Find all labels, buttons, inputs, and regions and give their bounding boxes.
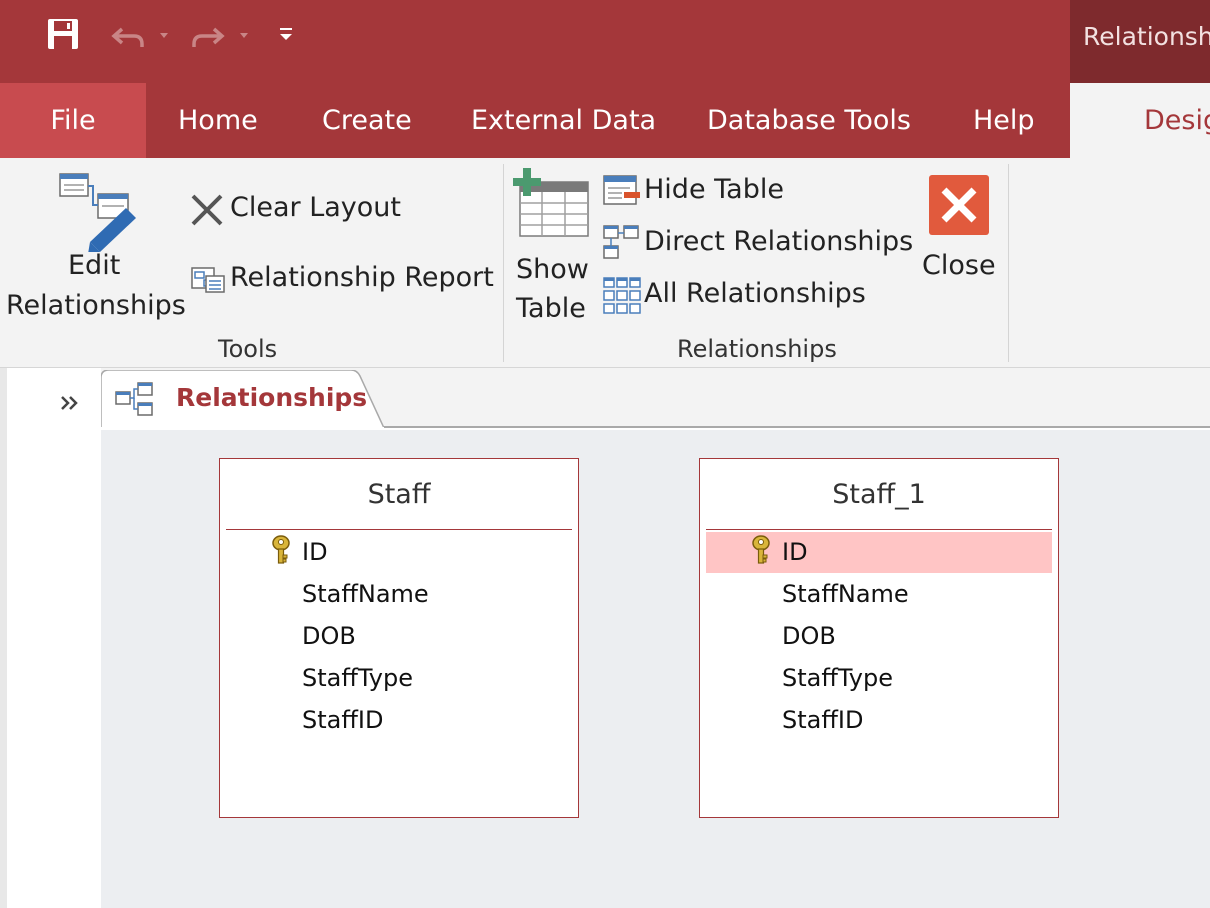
primary-key-icon [270, 535, 292, 569]
table-divider [706, 529, 1052, 530]
redo-icon[interactable] [188, 14, 250, 54]
hide-table-icon [602, 174, 642, 214]
all-relationships-label: All Relationships [644, 278, 866, 309]
contextual-tab-area: Desig [1070, 83, 1210, 158]
hide-table-label: Hide Table [644, 174, 784, 205]
field-name: StaffType [782, 664, 894, 692]
field-row[interactable]: StaffType [226, 658, 572, 699]
expand-nav-pane-icon[interactable] [58, 391, 82, 415]
save-icon[interactable] [44, 14, 82, 54]
window-title: Relationshi [1083, 22, 1210, 51]
field-row[interactable]: DOB [226, 616, 572, 657]
table-staff-1[interactable]: Staff_1 ID StaffName DOB StaffType Staff… [699, 458, 1059, 818]
field-name: StaffID [302, 706, 384, 734]
direct-relationships-icon [602, 224, 642, 266]
field-row-selected[interactable]: ID [706, 532, 1052, 573]
customize-qat-icon[interactable] [276, 14, 296, 54]
field-row[interactable]: ID [226, 532, 572, 573]
group-separator [1008, 164, 1009, 362]
clear-layout-button[interactable]: Clear Layout [186, 188, 406, 230]
show-table-label-line2: Table [516, 293, 586, 324]
field-row[interactable]: StaffName [226, 574, 572, 615]
field-row[interactable]: StaffID [226, 700, 572, 741]
relationship-report-icon [190, 264, 226, 300]
tab-home[interactable]: Home [178, 83, 258, 158]
field-name: StaffName [302, 580, 429, 608]
edit-relationships-label-line1: Edit [68, 250, 121, 281]
title-bar [0, 0, 1070, 83]
tab-help[interactable]: Help [973, 83, 1035, 158]
edit-relationships-button[interactable]: Edit Relationships [4, 166, 186, 331]
field-row[interactable]: StaffID [706, 700, 1052, 741]
field-name: StaffType [302, 664, 414, 692]
field-name: StaffID [782, 706, 864, 734]
show-table-icon [512, 166, 592, 244]
relationship-report-button[interactable]: Relationship Report [186, 258, 496, 300]
direct-relationships-label: Direct Relationships [644, 226, 914, 257]
ribbon: Edit Relationships Clear Layout Relation… [0, 158, 1210, 368]
field-name: ID [302, 538, 328, 566]
table-title[interactable]: Staff_1 [700, 479, 1058, 510]
primary-key-icon [750, 535, 772, 569]
relationships-tab-icon [114, 382, 156, 422]
all-relationships-icon [602, 276, 642, 320]
close-label: Close [922, 250, 996, 281]
undo-icon[interactable] [108, 14, 170, 54]
tab-create[interactable]: Create [322, 83, 412, 158]
document-tab-label: Relationships [176, 383, 368, 412]
all-relationships-button[interactable]: All Relationships [600, 276, 870, 318]
group-separator [503, 164, 504, 362]
relationships-group-label: Relationships [677, 335, 837, 363]
show-table-button[interactable]: Show Table [510, 164, 596, 334]
clear-layout-icon [188, 192, 226, 232]
tab-design[interactable]: Desig [1144, 83, 1210, 158]
close-button[interactable]: Close [918, 172, 1002, 332]
clear-layout-label: Clear Layout [230, 192, 401, 223]
hide-table-button[interactable]: Hide Table [600, 172, 800, 214]
show-table-label-line1: Show [516, 254, 589, 285]
table-divider [226, 529, 572, 530]
window-title-area: Relationshi [1070, 0, 1210, 83]
tab-database-tools[interactable]: Database Tools [707, 83, 911, 158]
field-name: DOB [302, 622, 356, 650]
close-icon [928, 174, 990, 240]
ribbon-tabs: File Home Create External Data Database … [0, 83, 1070, 158]
field-row[interactable]: StaffType [706, 658, 1052, 699]
relationship-report-label: Relationship Report [230, 262, 494, 293]
field-name: ID [782, 538, 808, 566]
navigation-pane [0, 368, 101, 908]
tools-group-label: Tools [218, 335, 278, 363]
field-row[interactable]: DOB [706, 616, 1052, 657]
table-staff[interactable]: Staff ID StaffName DOB StaffType StaffID [219, 458, 579, 818]
edit-relationships-icon [58, 172, 138, 256]
table-title[interactable]: Staff [220, 479, 578, 510]
field-name: StaffName [782, 580, 909, 608]
tab-external-data[interactable]: External Data [471, 83, 656, 158]
field-row[interactable]: StaffName [706, 574, 1052, 615]
field-name: DOB [782, 622, 836, 650]
edit-relationships-label-line2: Relationships [6, 290, 186, 321]
direct-relationships-button[interactable]: Direct Relationships [600, 224, 914, 266]
tab-file[interactable]: File [0, 83, 146, 158]
